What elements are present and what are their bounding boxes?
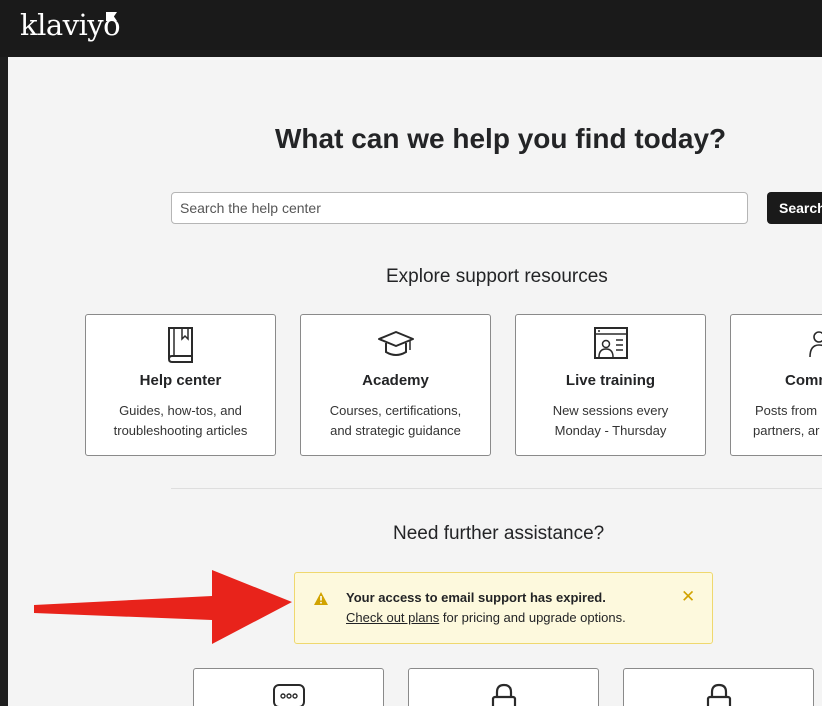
- warning-icon: [313, 591, 329, 611]
- card-description: Posts from partners, ar: [753, 401, 822, 441]
- graduation-cap-icon: [301, 325, 490, 365]
- locked-support-card[interactable]: [623, 668, 814, 706]
- card-desc-line: Courses, certifications,: [329, 403, 462, 418]
- assistance-heading: Need further assistance?: [393, 523, 605, 544]
- alert-title: Your access to email support has expired…: [346, 590, 606, 605]
- book-icon: [86, 325, 275, 365]
- card-description: New sessions every Monday - Thursday: [524, 401, 697, 441]
- search-button[interactable]: Search: [767, 192, 822, 224]
- klaviyo-logo[interactable]: klaviyo: [20, 8, 121, 42]
- live-training-card[interactable]: Live training New sessions every Monday …: [515, 314, 706, 456]
- close-icon[interactable]: ✕: [681, 587, 695, 607]
- card-desc-line: and strategic guidance: [330, 423, 461, 438]
- section-divider: [171, 488, 822, 489]
- search-input[interactable]: [171, 192, 748, 224]
- lock-icon: [409, 683, 598, 706]
- alert-body: Check out plans for pricing and upgrade …: [346, 610, 626, 625]
- card-description: Courses, certifications, and strategic g…: [309, 401, 482, 441]
- card-desc-line: partners, ar: [753, 423, 820, 438]
- top-bar: klaviyo: [0, 0, 822, 57]
- card-title: Live training: [565, 372, 656, 389]
- card-desc-line: New sessions every: [552, 403, 669, 418]
- card-title: Comm: [785, 372, 822, 389]
- academy-card[interactable]: Academy Courses, certifications, and str…: [300, 314, 491, 456]
- check-out-plans-link[interactable]: Check out plans: [346, 610, 439, 625]
- card-desc-line: troubleshooting articles: [113, 423, 248, 438]
- help-center-card[interactable]: Help center Guides, how-tos, and trouble…: [85, 314, 276, 456]
- community-card[interactable]: Comm Posts from partners, ar: [730, 314, 822, 456]
- resources-heading: Explore support resources: [386, 266, 608, 287]
- card-desc-line: Posts from: [755, 403, 818, 418]
- chat-bubble-icon: [194, 683, 383, 706]
- locked-support-card[interactable]: [408, 668, 599, 706]
- card-title: Academy: [362, 372, 429, 389]
- people-icon: [731, 325, 822, 365]
- card-desc-line: Monday - Thursday: [554, 423, 667, 438]
- email-support-expired-alert: Your access to email support has expired…: [294, 572, 713, 644]
- chat-support-card[interactable]: [193, 668, 384, 706]
- help-page: What can we help you find today? Search …: [8, 57, 822, 706]
- page-title: What can we help you find today?: [275, 123, 727, 154]
- presentation-icon: [516, 325, 705, 365]
- alert-body-text: for pricing and upgrade options.: [439, 610, 626, 625]
- card-title: Help center: [139, 372, 222, 389]
- lock-icon: [624, 683, 813, 706]
- card-description: Guides, how-tos, and troubleshooting art…: [94, 401, 267, 441]
- card-desc-line: Guides, how-tos, and: [119, 403, 242, 418]
